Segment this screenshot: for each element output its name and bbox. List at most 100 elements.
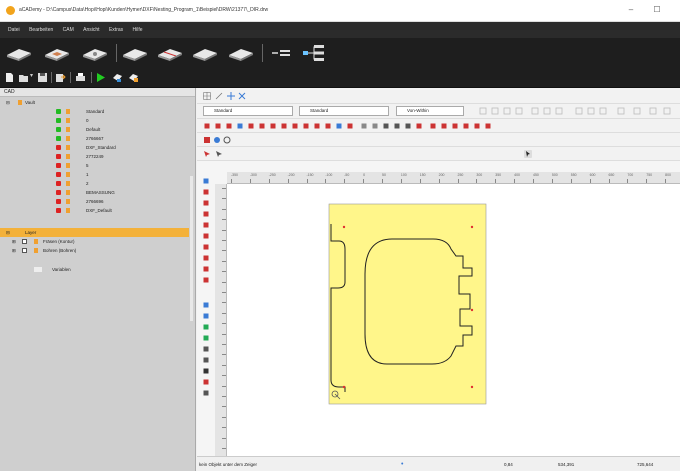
- draw-tool-icon[interactable]: [258, 122, 266, 130]
- pen-icon[interactable]: [213, 136, 221, 144]
- open-folder-icon[interactable]: [18, 72, 29, 83]
- tree-layer-section[interactable]: ⊟ Layer: [0, 228, 189, 237]
- drill-point-icon[interactable]: [342, 385, 346, 389]
- new-file-icon[interactable]: [4, 72, 15, 83]
- tree-item[interactable]: 2766696: [0, 197, 189, 206]
- menu-bearbeiten[interactable]: Bearbeiten: [29, 22, 53, 38]
- tree-variables[interactable]: Variablen: [0, 265, 189, 274]
- format-tool-icon[interactable]: [531, 107, 539, 115]
- draw-tool-icon[interactable]: [324, 122, 332, 130]
- draw-tool-icon[interactable]: [393, 122, 401, 130]
- save-icon[interactable]: [37, 72, 48, 83]
- draw-tool-icon[interactable]: [415, 122, 423, 130]
- expand-icon[interactable]: ⊟: [6, 228, 10, 237]
- dropdown-arrow-icon[interactable]: ▾: [30, 72, 33, 79]
- vertical-tool-icon[interactable]: [202, 389, 210, 397]
- draw-tool-icon[interactable]: [247, 122, 255, 130]
- format-tool-icon[interactable]: [555, 107, 563, 115]
- vertical-tool-icon[interactable]: [202, 177, 210, 185]
- print-icon[interactable]: [75, 72, 86, 83]
- drill-point-icon[interactable]: [470, 308, 474, 312]
- maximize-button[interactable]: ☐: [650, 4, 664, 16]
- align-left-icon[interactable]: [268, 41, 298, 65]
- cursor-tool-icon[interactable]: [524, 150, 532, 158]
- vertical-tool-icon[interactable]: [202, 312, 210, 320]
- format-tool-icon[interactable]: [633, 107, 641, 115]
- crosshair-icon[interactable]: [227, 92, 235, 100]
- draw-tool-icon[interactable]: [382, 122, 390, 130]
- vertical-tool-icon[interactable]: [202, 254, 210, 262]
- format-tool-icon[interactable]: [587, 107, 595, 115]
- select-icon[interactable]: [215, 150, 223, 158]
- draw-tool-icon[interactable]: [440, 122, 448, 130]
- fill-icon[interactable]: [223, 136, 231, 144]
- checkbox-icon[interactable]: [22, 239, 27, 244]
- draw-tool-icon[interactable]: [225, 122, 233, 130]
- tree-item[interactable]: 5: [0, 161, 189, 170]
- plate-contour-icon[interactable]: [190, 41, 220, 65]
- tree-item[interactable]: 0: [0, 116, 189, 125]
- draw-tool-icon[interactable]: [214, 122, 222, 130]
- menu-extras[interactable]: Extras: [109, 22, 123, 38]
- layer-item[interactable]: ⊞ Bohren (Bohren): [0, 246, 189, 255]
- format-tool-icon[interactable]: [479, 107, 487, 115]
- vertical-tool-icon[interactable]: [202, 221, 210, 229]
- tree-item[interactable]: DXF_Default: [0, 206, 189, 215]
- vertical-tool-icon[interactable]: [202, 210, 210, 218]
- layer-item[interactable]: ⊞ Fräsen (Kontur): [0, 237, 189, 246]
- tree-item[interactable]: Default: [0, 125, 189, 134]
- vertical-tool-icon[interactable]: [202, 276, 210, 284]
- tree-root[interactable]: ⊟ Vault: [0, 98, 189, 107]
- run-icon[interactable]: [95, 72, 106, 83]
- vertical-tool-icon[interactable]: [202, 345, 210, 353]
- drawing-canvas[interactable]: [227, 184, 680, 456]
- nc-export-icon[interactable]: [112, 72, 123, 83]
- draw-tool-icon[interactable]: [404, 122, 412, 130]
- vertical-tool-icon[interactable]: [202, 334, 210, 342]
- vertical-tool-icon[interactable]: [202, 356, 210, 364]
- drill-point-icon[interactable]: [470, 225, 474, 229]
- vertical-tool-icon[interactable]: [202, 323, 210, 331]
- tree-item[interactable]: Standard: [0, 107, 189, 116]
- format-tool-icon[interactable]: [543, 107, 551, 115]
- part-sheet[interactable]: [328, 203, 487, 405]
- settings-icon[interactable]: [128, 72, 139, 83]
- draw-tool-icon[interactable]: [429, 122, 437, 130]
- close-icon[interactable]: [238, 92, 246, 100]
- draw-tool-icon[interactable]: [335, 122, 343, 130]
- drill-point-icon[interactable]: [470, 385, 474, 389]
- plate-view-icon[interactable]: [4, 41, 34, 65]
- expand-icon[interactable]: ⊟: [6, 98, 10, 107]
- menu-cam[interactable]: CAM: [63, 22, 74, 38]
- checkbox-icon[interactable]: [22, 248, 27, 253]
- expand-icon[interactable]: ⊞: [12, 237, 16, 246]
- draw-tool-icon[interactable]: [462, 122, 470, 130]
- vertical-tool-icon[interactable]: [202, 243, 210, 251]
- draw-tool-icon[interactable]: [313, 122, 321, 130]
- snap-icon[interactable]: [215, 92, 223, 100]
- tree-scrollbar[interactable]: [189, 176, 194, 321]
- format-tool-icon[interactable]: [663, 107, 671, 115]
- format-tool-icon[interactable]: [491, 107, 499, 115]
- format-tool-icon[interactable]: [617, 107, 625, 115]
- draw-tool-icon[interactable]: [346, 122, 354, 130]
- menu-datei[interactable]: Datei: [8, 22, 20, 38]
- draw-tool-icon[interactable]: [269, 122, 277, 130]
- grid-icon[interactable]: [203, 92, 211, 100]
- vertical-tool-icon[interactable]: [202, 367, 210, 375]
- hierarchy-icon[interactable]: [300, 41, 330, 65]
- plate-pocket-icon[interactable]: [42, 41, 72, 65]
- tree-item[interactable]: 2772249: [0, 152, 189, 161]
- tree-item[interactable]: 2766667: [0, 134, 189, 143]
- format-tool-icon[interactable]: [515, 107, 523, 115]
- draw-tool-icon[interactable]: [291, 122, 299, 130]
- format-tool-icon[interactable]: [575, 107, 583, 115]
- format-tool-icon[interactable]: [503, 107, 511, 115]
- layer-icon[interactable]: [203, 136, 211, 144]
- minimize-button[interactable]: –: [624, 4, 638, 16]
- vertical-tool-icon[interactable]: [202, 232, 210, 240]
- format-tool-icon[interactable]: [649, 107, 657, 115]
- tree-item[interactable]: BEMASSUNG: [0, 188, 189, 197]
- vertical-tool-icon[interactable]: [202, 301, 210, 309]
- vertical-tool-icon[interactable]: [202, 188, 210, 196]
